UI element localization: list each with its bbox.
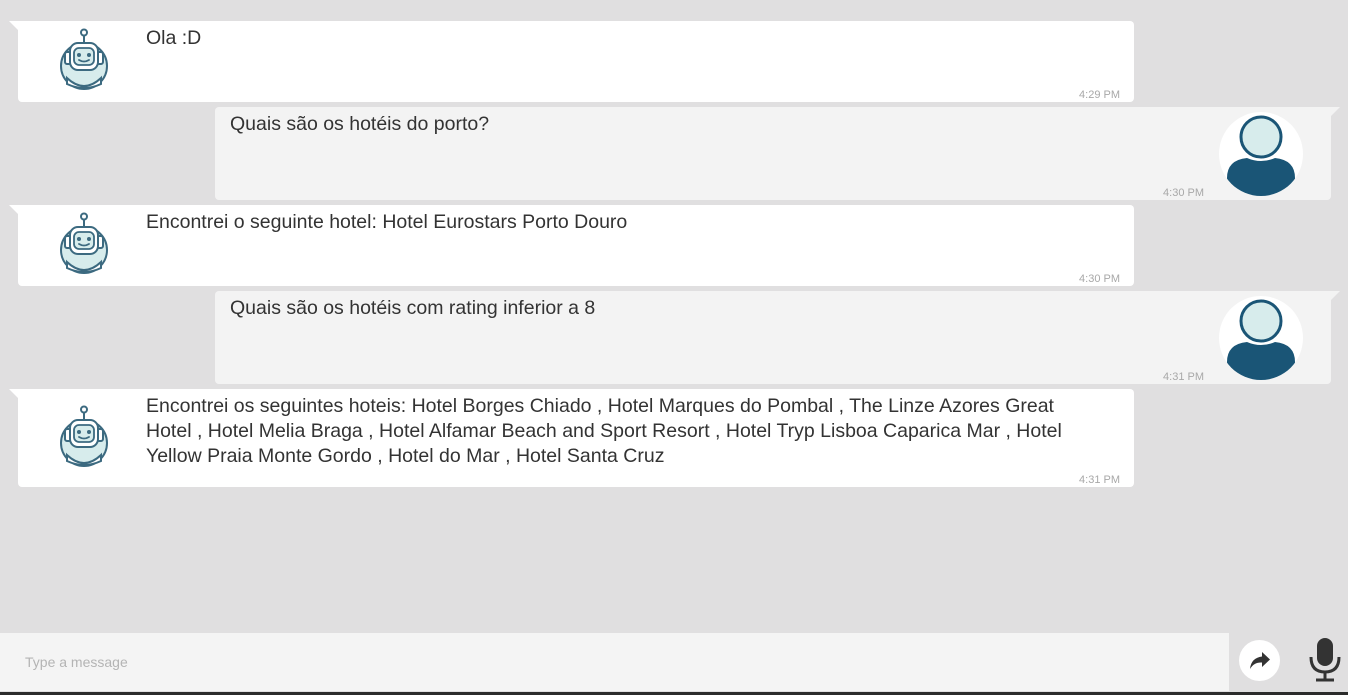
message-time: 4:31 PM xyxy=(1079,474,1120,486)
robot-icon xyxy=(60,405,108,467)
message-input[interactable] xyxy=(0,633,1229,691)
message-time: 4:30 PM xyxy=(1163,187,1204,199)
user-message: Quais são os hotéis do porto? 4:30 PM xyxy=(215,107,1340,200)
user-icon xyxy=(1227,115,1295,196)
message-time: 4:29 PM xyxy=(1079,89,1120,101)
send-button[interactable] xyxy=(1239,640,1280,681)
message-text: Encontrei os seguintes hoteis: Hotel Bor… xyxy=(146,395,1062,467)
message-text: Quais são os hotéis do porto? xyxy=(230,113,490,135)
share-arrow-icon xyxy=(1249,651,1270,669)
bot-message: Encontrei os seguintes hoteis: Hotel Bor… xyxy=(9,389,1134,487)
message-time: 4:30 PM xyxy=(1079,273,1120,285)
message-text: Encontrei o seguinte hotel: Hotel Eurost… xyxy=(146,211,628,233)
microphone-button[interactable] xyxy=(1307,637,1343,683)
bot-message: Encontrei o seguinte hotel: Hotel Eurost… xyxy=(9,205,1134,286)
message-text: Quais são os hotéis com rating inferior … xyxy=(230,297,596,319)
message-time: 4:31 PM xyxy=(1163,371,1204,383)
user-icon xyxy=(1227,299,1295,380)
robot-icon xyxy=(60,28,108,90)
user-avatar xyxy=(1219,296,1303,380)
user-message: Quais são os hotéis com rating inferior … xyxy=(215,291,1340,384)
message-text: Ola :D xyxy=(146,27,202,49)
bot-message: Ola :D 4:29 PM xyxy=(9,21,1134,102)
robot-icon xyxy=(60,212,108,274)
microphone-icon xyxy=(1309,638,1341,682)
user-avatar xyxy=(1219,112,1303,196)
